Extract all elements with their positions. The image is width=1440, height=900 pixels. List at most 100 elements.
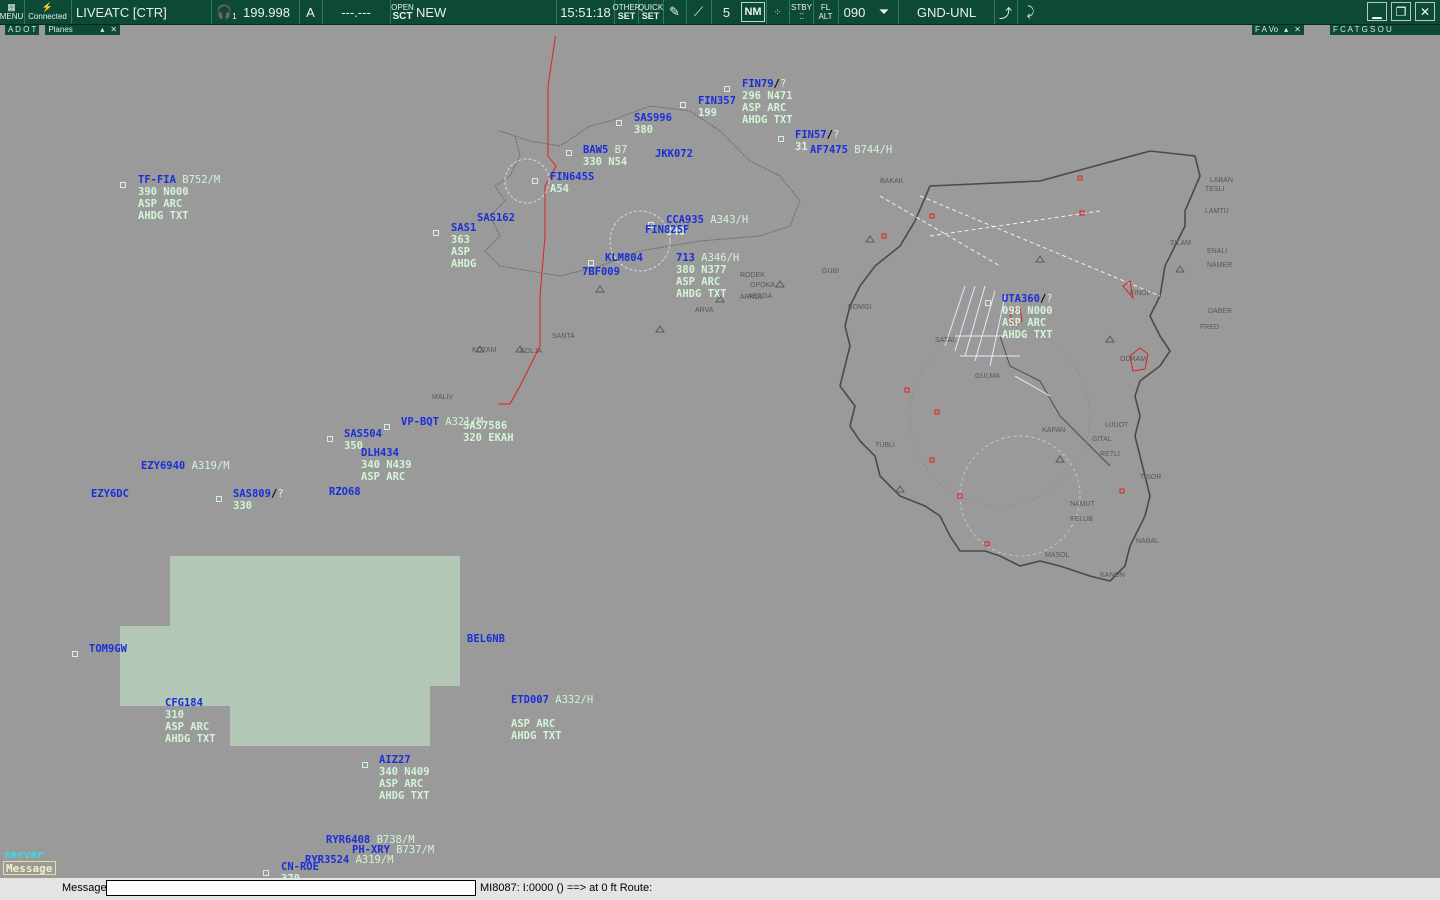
fix-label: RODEK [740,272,765,279]
fix-label: NABAL [1136,538,1159,545]
close-icon[interactable]: ✕ [1415,2,1435,21]
minimize-icon[interactable]: ▁ [1367,2,1387,21]
bottom-command-bar: Message MI8087: I:0000 () ==> at 0 ft Ro… [0,878,1440,900]
aircraft-data-block[interactable]: SAS809/? 330 [233,488,284,512]
distance-tool-icon[interactable]: ⤸ [1017,0,1043,24]
aircraft-data-block[interactable]: FIN825F [645,224,689,236]
aircraft-data-block[interactable]: KLM804 [605,252,643,264]
close-list-icon[interactable]: ✕ [107,25,121,35]
route-1 [919,195,1161,297]
aircraft-data-block[interactable]: JKK072 [655,148,693,160]
aircraft-data-block[interactable]: BEL6NB [467,633,505,645]
aircraft-target[interactable] [72,651,78,657]
aircraft-data-block[interactable]: UTA360/? 098 N000 ASP ARC AHDG TXT [1002,293,1053,341]
aircraft-data-block[interactable]: TF-FIA B752/M 390 N000 ASP ARC AHDG TXT [138,174,220,222]
squawk-dots-icon: ⁚⁚ [798,12,805,21]
fl-alt-button[interactable]: FL ALT [813,0,837,24]
fix-label: MASOL [1045,552,1070,559]
open-sector-button[interactable]: OPEN SCT [390,0,414,24]
list-letters-right[interactable]: F C A T G S O U [1330,25,1440,35]
aircraft-data-block[interactable]: AIZ27 340 N409 ASP ARC AHDG TXT [379,754,430,802]
aircraft-data-block[interactable]: EZY6DC [91,488,129,500]
aircraft-data-block[interactable]: AF7475 B744/H [810,144,892,156]
aircraft-data-block[interactable]: FIN79/? 296 N471 ASP ARC AHDG TXT [742,78,793,126]
aircraft-data-block[interactable]: 7BF009 [582,266,620,278]
aircraft-data-block[interactable]: ETD007 A332/H ASP ARC AHDG TXT [511,694,593,742]
dotted-grid-icon[interactable]: ⁘ [766,0,788,24]
aircraft-data-block[interactable]: 713 A346/H 380 N377 ASP ARC AHDG TXT [676,252,739,300]
fix-label: GITAL [1092,436,1112,443]
headset-icon: 🎧 [216,4,233,19]
secondary-frequency[interactable]: ---.--- [322,0,389,24]
menu-label: MENU [0,12,24,21]
connect-button[interactable]: ⚡ Connected [24,0,70,24]
aircraft-target[interactable] [362,762,368,768]
aircraft-target[interactable] [327,436,333,442]
planes-list-label[interactable]: Planes [45,25,98,35]
aircraft-data-block[interactable]: BAW5 B7 330 N54 [583,144,627,168]
aircraft-target[interactable] [263,870,269,876]
aircraft-data-block[interactable]: SAS996 380 [634,112,672,136]
fix-label: KOLJA [520,348,543,355]
fl-label-bottom: ALT [818,12,833,21]
message-input[interactable] [106,880,476,896]
pencil-icon[interactable]: ✎ [663,0,685,24]
aircraft-data-block[interactable]: SAS1 363 ASP AHDG [451,222,476,270]
server-label: server [4,848,44,861]
aircraft-data-block[interactable]: FIN357 199 [698,95,736,119]
range-value[interactable]: 5 [711,0,741,24]
fix-label: FRED [1200,324,1220,331]
atis-letter[interactable]: A [299,0,321,24]
altitude-filter[interactable]: GND-UNL [898,0,994,24]
aircraft-target[interactable] [532,178,538,184]
fix-label: KOTAM [472,347,497,354]
aircraft-target[interactable] [724,86,730,92]
stby-button[interactable]: STBY ⁚⁚ [789,0,813,24]
aircraft-target[interactable] [985,300,991,306]
selected-aircraft-status: MI8087: I:0000 () ==> at 0 ft Route: [480,882,653,894]
com1-button[interactable]: 🎧 1 [211,0,241,24]
message-button[interactable]: Message [3,861,56,875]
aircraft-target[interactable] [680,102,686,108]
list-letters-left[interactable]: A D O T [5,25,40,35]
aircraft-target[interactable] [778,136,784,142]
aircraft-target[interactable] [433,230,439,236]
primary-frequency[interactable]: 199.998 [243,0,298,24]
list-letters-mid[interactable]: F A Vo [1252,25,1282,35]
airport-ring-c [909,325,1091,507]
fix-label: DABER [1208,308,1233,315]
transition-level[interactable]: 090 [838,0,870,24]
aircraft-data-block[interactable]: RZO68 [329,486,361,498]
aircraft-data-block[interactable]: SAS162 [477,212,515,224]
aircraft-data-block[interactable]: CFG184 310 ASP ARC AHDG TXT [165,697,216,745]
route-3 [879,195,1001,267]
fix-label: TESLI [1205,186,1225,193]
filter-icon[interactable]: ⏷ [871,0,897,24]
line-tool-icon[interactable]: ⟋ [686,0,710,24]
aircraft-target[interactable] [216,496,222,502]
mid-collapse-icon[interactable]: ▴ [1281,25,1292,35]
quick-label-bottom: SET [641,11,660,21]
sector-name[interactable]: NEW [416,0,556,24]
quick-set-button[interactable]: QUICK SET [638,0,663,24]
aircraft-data-block[interactable]: DLH434 340 N439 ASP ARC [361,447,412,483]
aircraft-target[interactable] [384,424,390,430]
vector-tool-icon[interactable]: ⤴ [994,0,1016,24]
mid-close-icon[interactable]: ✕ [1291,25,1304,35]
fix-label: SILAM [1170,240,1192,247]
aircraft-target[interactable] [120,182,126,188]
maximize-icon[interactable]: ❐ [1391,2,1411,21]
collapse-up-icon[interactable]: ▴ [97,25,108,35]
menu-button[interactable]: ▦ MENU [0,0,23,24]
aircraft-data-block[interactable]: FIN645S A54 [550,171,594,195]
aircraft-data-block[interactable]: SAS7586 320 EKAH [463,420,514,444]
fix-label: SANTA [552,333,575,340]
aircraft-data-block[interactable]: TOM9GW [89,643,127,655]
fix-label: KAPAN [1042,427,1066,434]
aircraft-target[interactable] [566,150,572,156]
aircraft-data-block[interactable]: EZY6940 A319/M [141,460,230,472]
aircraft-target[interactable] [616,120,622,126]
range-unit[interactable]: NM [741,2,765,22]
other-set-button[interactable]: OTHER SET [613,0,641,24]
radar-scope[interactable]: GUBI OPOKA ABAGA ARKOL KOTAM KOLJA MALIV… [0,36,1440,885]
